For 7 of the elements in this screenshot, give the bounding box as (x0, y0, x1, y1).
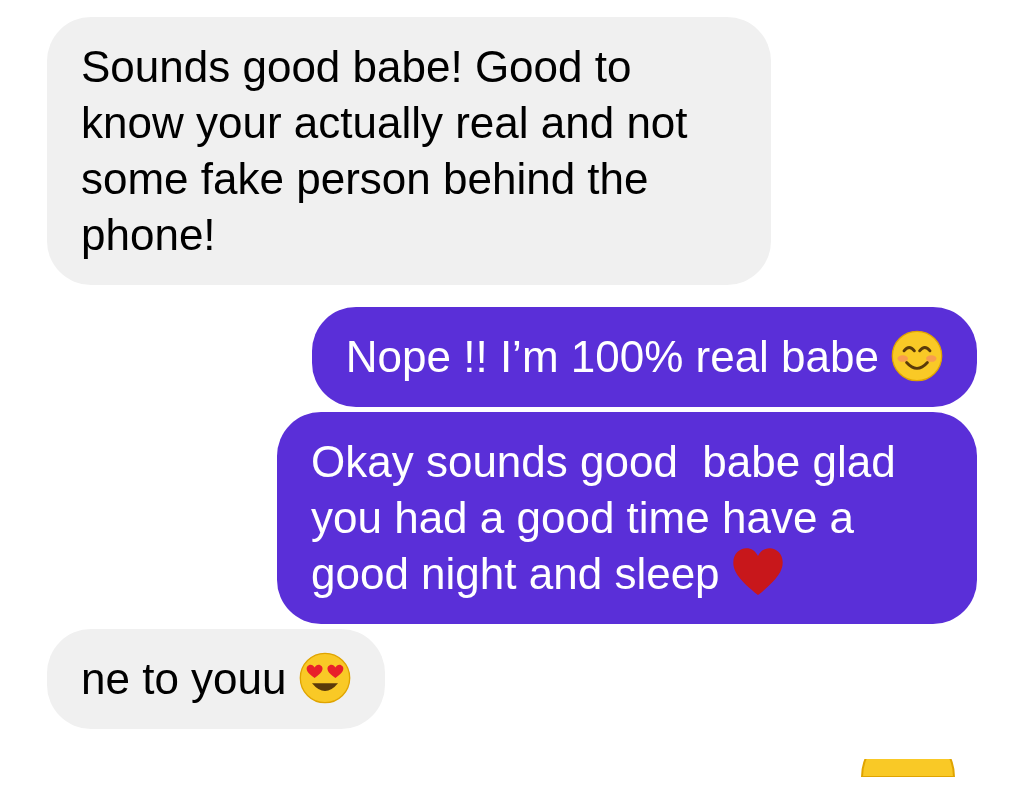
heart-eyes-face-icon (298, 652, 351, 704)
message-bubble: Okay sounds good babe glad you had a good time have a good night and sleep (277, 412, 977, 624)
emoji-face-icon (860, 759, 956, 777)
message-bubble: Nope !! I’m 100% real babe (311, 307, 977, 407)
message-bubble: ne to youu (47, 629, 385, 729)
smiling-face-icon (891, 330, 943, 382)
message-bubble: Sounds good babe! Good to know your actually real and not some fake person behind the phone! (47, 17, 771, 285)
